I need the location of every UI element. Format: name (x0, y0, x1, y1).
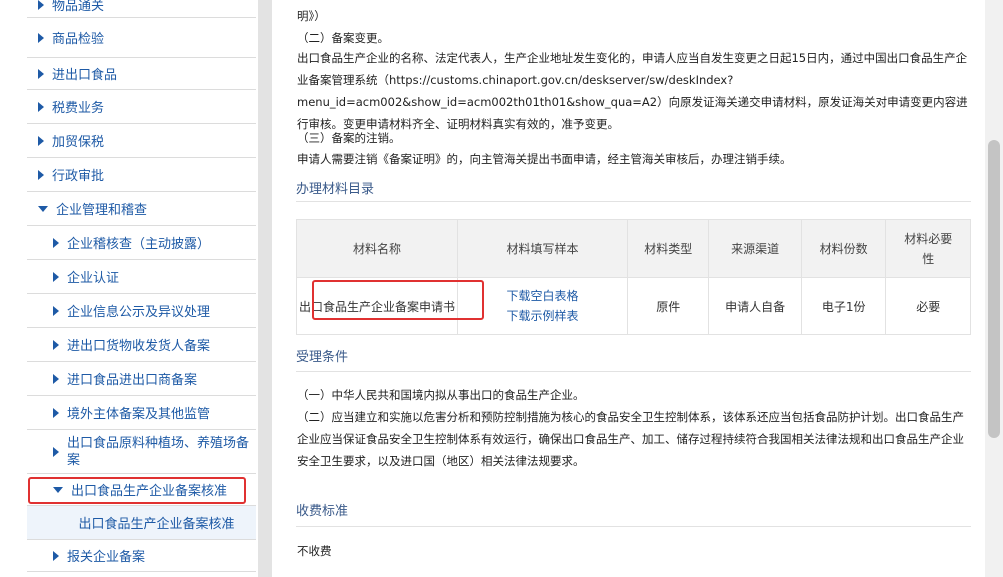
chevron-right-icon (38, 32, 44, 43)
change-heading: （二）备案变更。 (297, 31, 389, 45)
chevron-right-icon (53, 407, 59, 418)
fee-text: 不收费 (297, 544, 332, 558)
material-type-cell: 原件 (626, 277, 710, 335)
column-header-type: 材料类型 (626, 219, 710, 278)
sidebar-item-commodity-inspection[interactable]: 商品检验 (27, 18, 256, 58)
condition-1: （一）中华人民共和国境内拟从事出口的食品生产企业。 (297, 388, 585, 402)
chevron-right-icon (53, 305, 59, 316)
main-scrollbar-thumb[interactable] (988, 140, 1000, 438)
column-header-source: 来源渠道 (708, 219, 802, 278)
sidebar-subitem-food-producer-filing[interactable]: 出口食品生产企业备案核准 (27, 506, 256, 540)
sidebar-item-enterprise-audit[interactable]: 企业稽核查（主动披露） (27, 226, 256, 260)
download-blank-form-link[interactable]: 下载空白表格 (459, 286, 626, 306)
sidebar-item-importer-filing[interactable]: 进口食品进出口商备案 (27, 362, 256, 396)
text-fragment: 明》） (297, 9, 326, 23)
divider (296, 201, 971, 202)
sidebar-item-consignee-filing[interactable]: 进出口货物收发货人备案 (27, 328, 256, 362)
chevron-right-icon (38, 68, 44, 79)
column-header-copies: 材料份数 (800, 219, 887, 278)
sidebar-item-goods-clearance[interactable]: 物品通关 (27, 0, 256, 18)
divider (296, 371, 971, 372)
sidebar-item-admin-approval[interactable]: 行政审批 (27, 158, 256, 192)
sidebar-item-enterprise-certification[interactable]: 企业认证 (27, 260, 256, 294)
materials-section-title: 办理材料目录 (296, 182, 375, 197)
sidebar-item-customs-broker-filing[interactable]: 报关企业备案 (27, 540, 256, 572)
sidebar-item-enterprise-management[interactable]: 企业管理和稽查 (27, 192, 256, 226)
column-header-sample: 材料填写样本 (457, 219, 628, 278)
chevron-right-icon (53, 446, 59, 457)
fee-section-title: 收费标准 (296, 504, 349, 519)
cancel-paragraph: 申请人需要注销《备案证明》的，向主管海关提出书面申请，经主管海关审核后，办理注销… (297, 152, 792, 166)
sidebar-item-import-export-food[interactable]: 进出口食品 (27, 58, 256, 90)
download-sample-form-link[interactable]: 下载示例样表 (459, 306, 626, 326)
material-source-cell: 申请人自备 (708, 277, 802, 335)
change-paragraph-1: 出口食品生产企业的名称、法定代表人，生产企业地址发生变化的，申请人应当自发生变更… (297, 51, 968, 87)
material-necessity-cell: 必要 (885, 277, 971, 335)
table-header-row: 材料名称 材料填写样本 材料类型 来源渠道 材料份数 材料必要性 (295, 219, 971, 278)
chevron-right-icon (53, 339, 59, 350)
chevron-right-icon (38, 101, 44, 112)
column-header-name: 材料名称 (295, 219, 459, 278)
chevron-right-icon (53, 237, 59, 248)
chevron-right-icon (53, 373, 59, 384)
condition-2: （二）应当建立和实施以危害分析和预防控制措施为核心的食品安全卫生控制体系，该体系… (297, 410, 964, 468)
sidebar-item-overseas-filing[interactable]: 境外主体备案及其他监管 (27, 396, 256, 430)
sidebar-nav: 物品通关 商品检验 进出口食品 税费业务 加贸保税 行政审批 企业管理和稽查 企… (0, 0, 258, 577)
chevron-right-icon (38, 0, 44, 10)
sidebar-item-farm-filing[interactable]: 出口食品原料种植场、养殖场备案 (27, 430, 256, 474)
sidebar-scrollbar[interactable] (258, 0, 272, 577)
column-header-necessity: 材料必要性 (885, 219, 971, 278)
conditions-section-title: 受理条件 (296, 350, 349, 365)
highlight-box (312, 280, 484, 320)
highlight-box (28, 477, 246, 504)
cancel-heading: （三）备案的注销。 (297, 131, 401, 145)
chevron-right-icon (53, 271, 59, 282)
chevron-right-icon (53, 550, 59, 561)
chevron-right-icon (38, 135, 44, 146)
sidebar-item-tax-business[interactable]: 税费业务 (27, 90, 256, 124)
material-copies-cell: 电子1份 (800, 277, 887, 335)
sidebar-item-info-disclosure[interactable]: 企业信息公示及异议处理 (27, 294, 256, 328)
sidebar-item-processing-trade[interactable]: 加贸保税 (27, 124, 256, 158)
divider (296, 526, 971, 527)
chevron-down-icon (38, 205, 48, 212)
chevron-right-icon (38, 169, 44, 180)
